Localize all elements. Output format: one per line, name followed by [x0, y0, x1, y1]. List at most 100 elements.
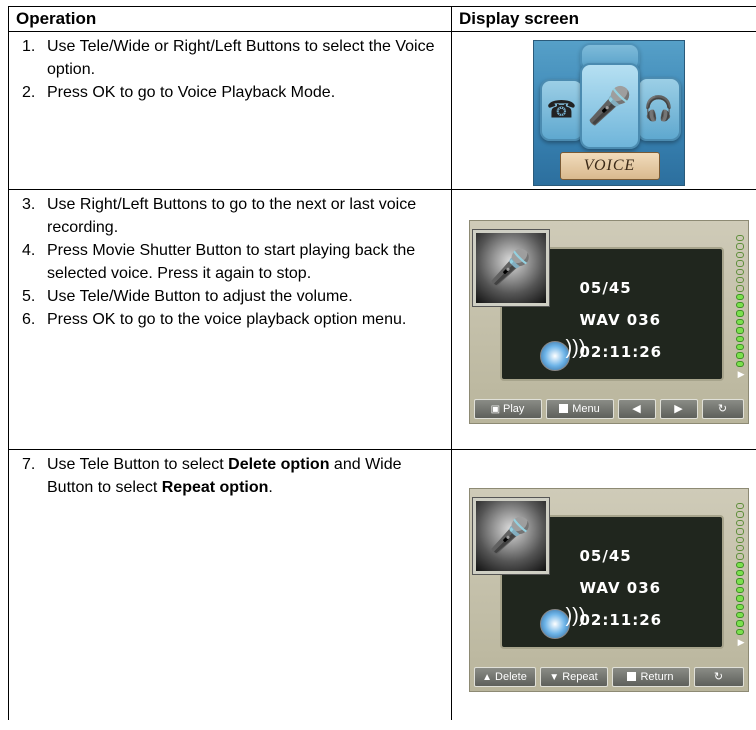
volume-segment: [735, 578, 744, 585]
step-number: 4.: [22, 242, 36, 259]
duration: 02:11:26: [579, 343, 663, 361]
display-cell: 🎤 05/45 WAV 036 02:11:26 ))) ▶ ▣ Play Men…: [451, 189, 756, 450]
step-number: 6.: [22, 311, 36, 328]
volume-meter: [735, 503, 744, 635]
volume-segment: [735, 276, 744, 284]
volume-segment: [735, 343, 744, 351]
delete-button[interactable]: ▲ Delete: [473, 667, 536, 687]
volume-segment: [735, 293, 744, 300]
voice-mode-screen: ☎ 🎧 🎤 VOICE: [532, 40, 685, 186]
volume-segment: [735, 595, 744, 602]
volume-segment: [735, 570, 744, 577]
table-row: 7. Use Tele Button to select Delete optio…: [8, 449, 756, 720]
step-item: 3. Use Right/Left Buttons to go to the ne…: [9, 193, 443, 239]
step-text: Press OK to go to the voice playback opt…: [47, 311, 407, 328]
step-item: 7. Use Tele Button to select Delete optio…: [9, 453, 443, 499]
display-screen-header: Display screen: [451, 6, 756, 32]
delete-option-text: Delete option: [228, 456, 330, 473]
arrow-down-icon: ▼: [549, 672, 560, 683]
voice-thumbnail: 🎤: [472, 498, 549, 574]
sound-waves-icon: ))): [565, 337, 586, 359]
volume-segment: [735, 620, 744, 627]
volume-segment: [735, 327, 744, 334]
step-item: 2. Press OK to go to Voice Playback Mode.: [9, 81, 443, 104]
operation-header: Operation: [8, 6, 452, 32]
volume-segment: [735, 335, 744, 342]
table-row: 3. Use Right/Left Buttons to go to the ne…: [8, 189, 756, 450]
volume-segment: [735, 553, 744, 560]
arrow-up-icon: ▲: [482, 672, 493, 683]
volume-segment: [735, 611, 744, 619]
prev-button[interactable]: ◀: [617, 399, 656, 419]
step-number: 2.: [22, 84, 36, 101]
table-row: 1. Use Tele/Wide or Right/Left Buttons to…: [8, 31, 756, 190]
rotate-button[interactable]: ↻: [693, 667, 744, 687]
repeat-button[interactable]: ▼ Repeat: [539, 667, 608, 687]
delete-label: Delete: [495, 671, 527, 683]
operation-table: Operation Display screen 1. Use Tele/Wide…: [8, 6, 756, 720]
microphone-icon: 🎤: [489, 517, 532, 555]
step-item: 1. Use Tele/Wide or Right/Left Buttons to…: [9, 35, 443, 81]
rotate-icon: ↻: [713, 671, 724, 683]
header-row: Operation Display screen: [8, 6, 756, 32]
step-text: Use Right/Left Buttons to go to the next…: [47, 196, 417, 236]
repeat-label: Repeat: [562, 671, 598, 683]
step-number: 3.: [22, 196, 36, 213]
volume-segment: [735, 318, 744, 326]
volume-meter: [735, 235, 744, 367]
volume-segment: [735, 561, 744, 568]
arrow-right-icon: ▶: [674, 403, 683, 415]
rotate-button[interactable]: ↻: [701, 399, 744, 419]
step-text: Press OK to go to Voice Playback Mode.: [47, 84, 336, 101]
volume-segment: [735, 352, 744, 359]
button-bar: ▲ Delete ▼ Repeat Return ↻: [473, 667, 744, 687]
return-button[interactable]: Return: [611, 667, 690, 687]
menu-label: Menu: [572, 403, 600, 415]
volume-segment: [735, 310, 744, 317]
volume-segment: [735, 528, 744, 535]
rotate-icon: ↻: [717, 403, 728, 415]
recording-count: 05/45: [579, 279, 632, 297]
volume-segment: [735, 603, 744, 610]
step-item: 6. Press OK to go to the voice playback o…: [9, 308, 443, 331]
play-label: Play: [503, 403, 525, 415]
volume-segment: [735, 285, 744, 292]
return-label: Return: [640, 671, 674, 683]
volume-segment: [735, 628, 744, 635]
step-item: 5. Use Tele/Wide Button to adjust the vol…: [9, 285, 443, 308]
microphone-icon: 🎤: [587, 85, 632, 126]
camera-icon: ▣: [490, 404, 501, 415]
square-icon: [627, 672, 637, 681]
next-button[interactable]: ▶: [659, 399, 698, 419]
duration: 02:11:26: [579, 611, 663, 629]
display-cell: 🎤 05/45 WAV 036 02:11:26 ))) ▶ ▲ Delete ▼…: [451, 449, 756, 720]
play-button[interactable]: ▣ Play: [473, 399, 542, 419]
step-text: Use Tele/Wide or Right/Left Buttons to s…: [47, 38, 435, 78]
step-item: 4. Press Movie Shutter Button to start pl…: [9, 239, 443, 285]
step-number: 7.: [22, 456, 36, 473]
volume-segment: [735, 260, 744, 267]
steps-cell: 1. Use Tele/Wide or Right/Left Buttons to…: [8, 31, 452, 190]
file-name: WAV 036: [579, 311, 662, 329]
panel-right: 🎧: [636, 77, 681, 141]
step-text: Press Movie Shutter Button to start play…: [47, 242, 416, 282]
steps-list: 1. Use Tele/Wide or Right/Left Buttons to…: [9, 32, 451, 104]
volume-segment: [735, 519, 744, 527]
volume-segment: [735, 251, 744, 259]
volume-icon: ▶: [737, 637, 745, 647]
step-number: 5.: [22, 288, 36, 305]
volume-segment: [735, 243, 744, 250]
voice-banner: VOICE: [559, 152, 660, 180]
display-cell: ☎ 🎧 🎤 VOICE: [451, 31, 756, 190]
sound-waves-icon: ))): [565, 605, 586, 627]
step-text: Use Tele/Wide Button to adjust the volum…: [47, 288, 353, 305]
menu-button[interactable]: Menu: [545, 399, 614, 419]
volume-icon: ▶: [737, 369, 745, 379]
headphones-icon: 🎧: [643, 95, 674, 123]
voice-thumbnail: 🎤: [472, 230, 549, 306]
step-text-post: .: [268, 479, 273, 496]
option-screen: 🎤 05/45 WAV 036 02:11:26 ))) ▶ ▲ Delete ▼…: [468, 488, 749, 692]
volume-segment: [735, 235, 744, 242]
step-number: 1.: [22, 38, 36, 55]
volume-segment: [735, 544, 744, 552]
